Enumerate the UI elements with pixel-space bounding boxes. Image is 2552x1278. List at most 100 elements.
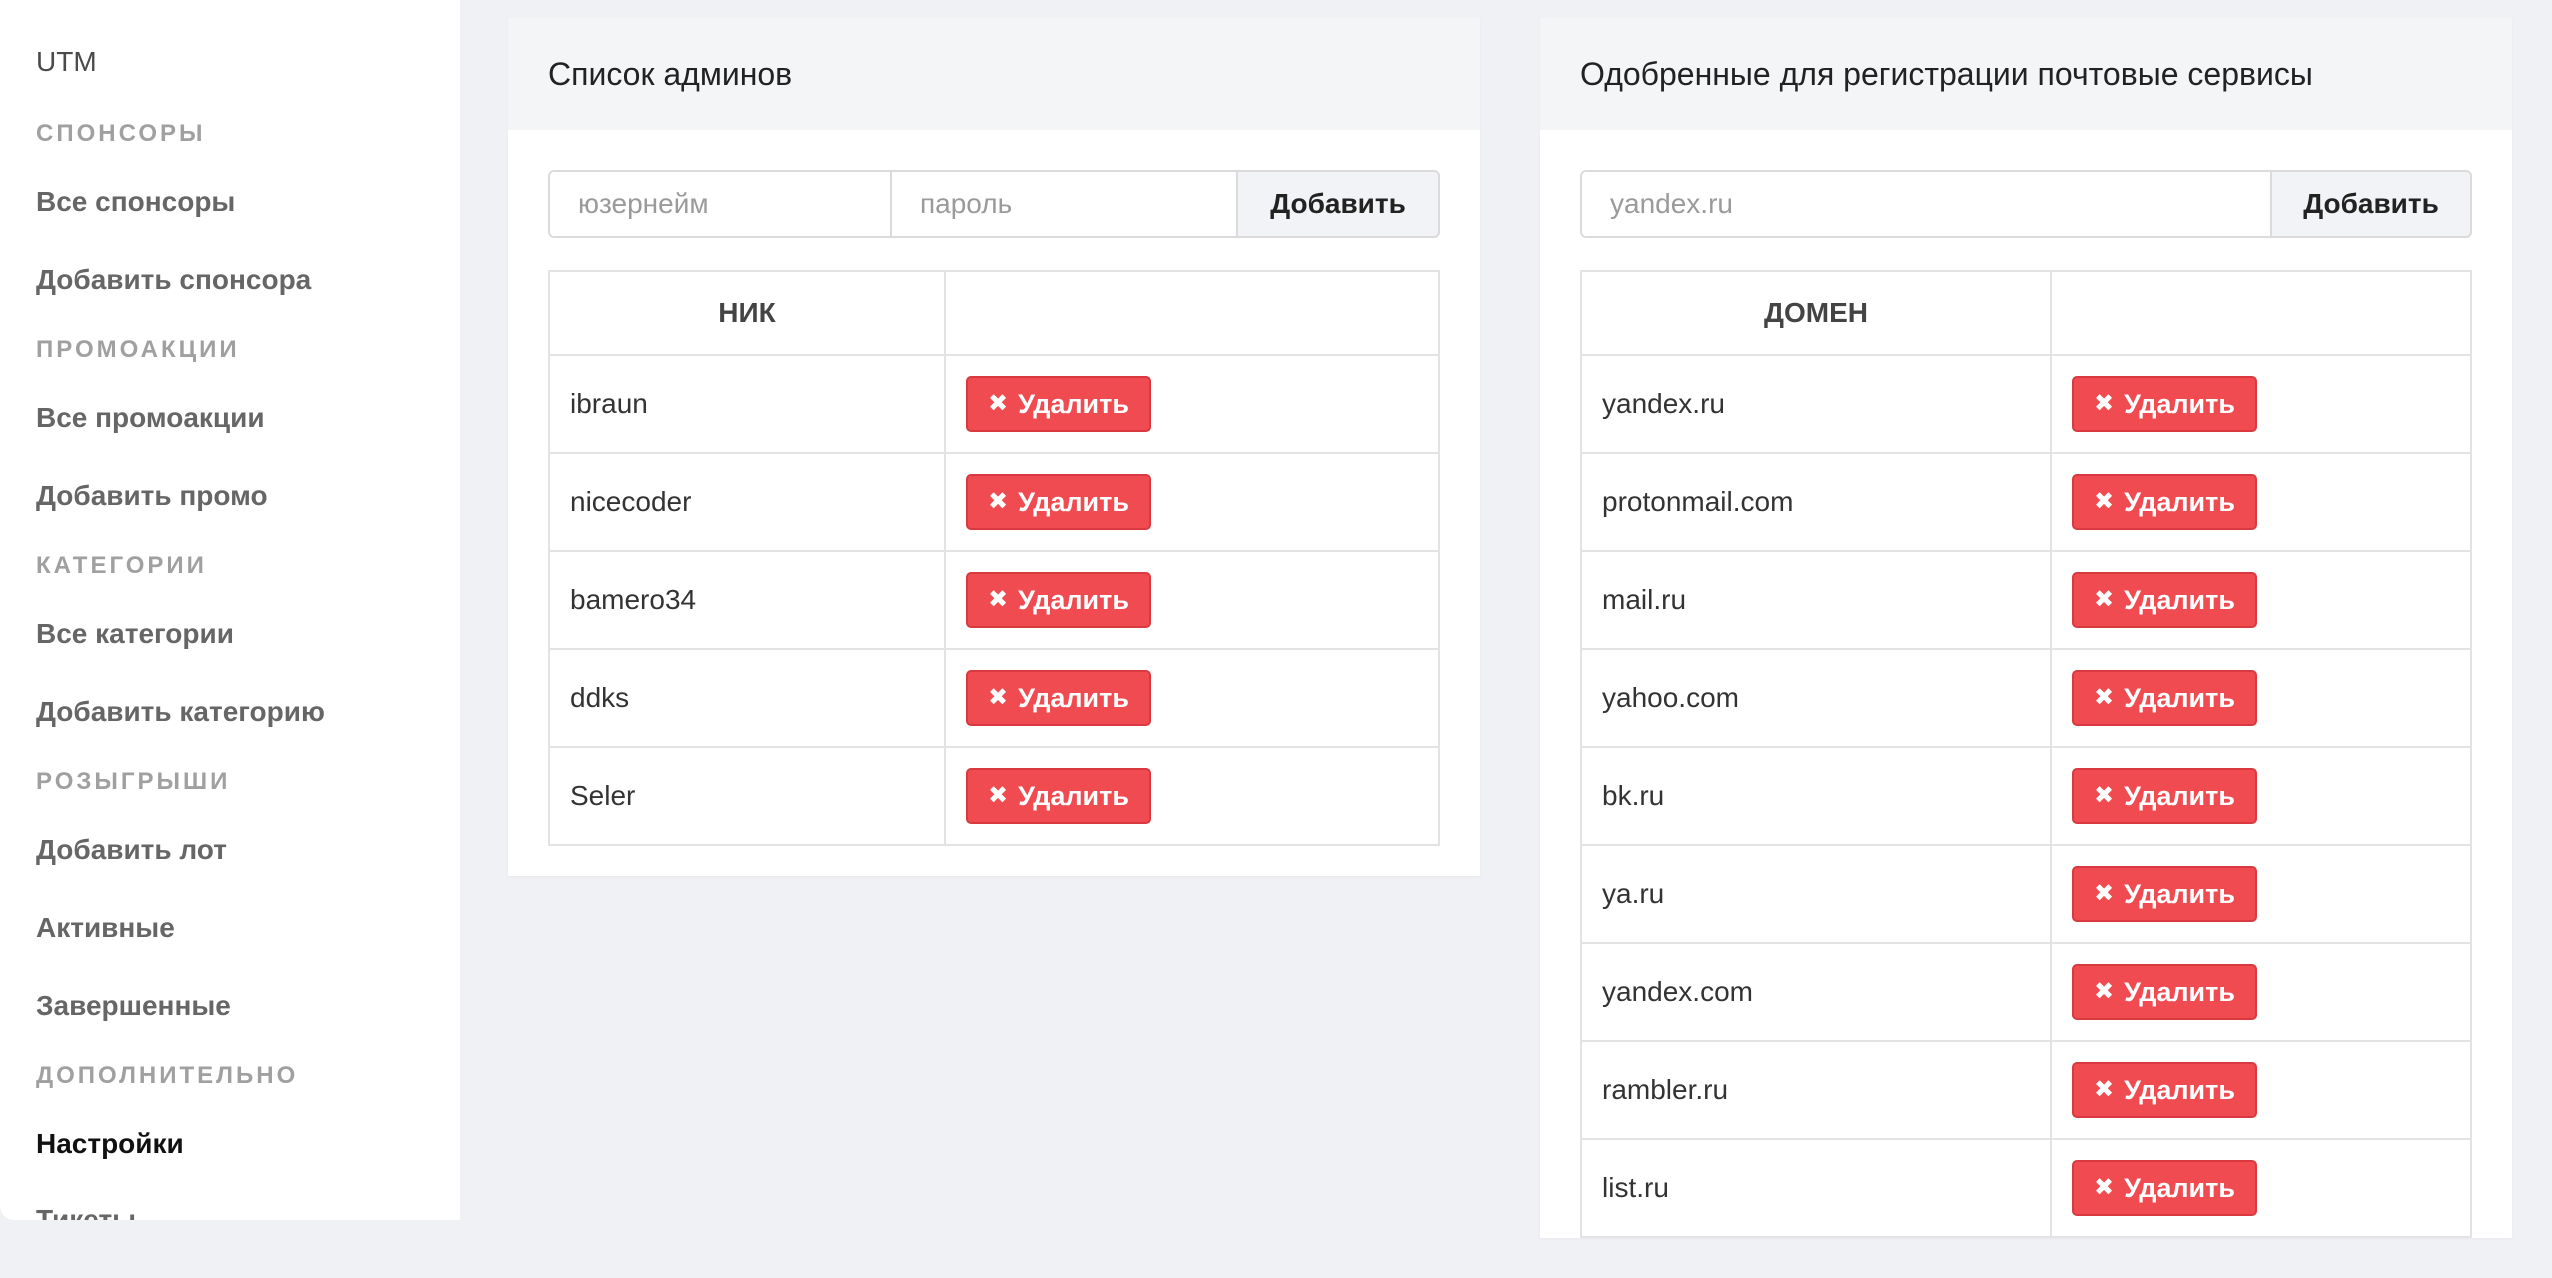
table-row: nicecoder ✖ Удалить: [548, 452, 1440, 552]
sidebar-item-tickets[interactable]: Тикеты: [36, 1204, 136, 1220]
delete-button[interactable]: ✖ Удалить: [2072, 964, 2257, 1020]
admin-nick-cell: nicecoder: [548, 452, 946, 552]
column-header-nick: НИК: [548, 270, 946, 356]
delete-button-label: Удалить: [2124, 1172, 2235, 1203]
column-header-actions: [944, 270, 1440, 356]
table-row: bamero34 ✖ Удалить: [548, 550, 1440, 650]
add-domain-form: Добавить: [1580, 170, 2472, 238]
sidebar-item-finished[interactable]: Завершенные: [36, 990, 231, 1022]
domain-cell: rambler.ru: [1580, 1040, 2052, 1140]
table-row: yandex.com ✖ Удалить: [1580, 942, 2472, 1042]
delete-button[interactable]: ✖ Удалить: [966, 376, 1151, 432]
delete-button[interactable]: ✖ Удалить: [2072, 768, 2257, 824]
sidebar-section-promos: ПРОМОАКЦИИ: [36, 336, 240, 363]
table-row: ibraun ✖ Удалить: [548, 354, 1440, 454]
times-icon: ✖: [988, 782, 1009, 809]
domain-cell: mail.ru: [1580, 550, 2052, 650]
column-header-domain: ДОМЕН: [1580, 270, 2052, 356]
actions-cell: ✖ Удалить: [944, 354, 1440, 454]
sidebar-item-utm[interactable]: UTM: [36, 46, 97, 78]
add-domain-button[interactable]: Добавить: [2272, 170, 2472, 238]
delete-button[interactable]: ✖ Удалить: [2072, 1160, 2257, 1216]
times-icon: ✖: [988, 684, 1009, 711]
delete-button[interactable]: ✖ Удалить: [2072, 866, 2257, 922]
times-icon: ✖: [2094, 586, 2115, 613]
delete-button[interactable]: ✖ Удалить: [966, 768, 1151, 824]
actions-cell: ✖ Удалить: [2050, 1040, 2472, 1140]
delete-button[interactable]: ✖ Удалить: [966, 670, 1151, 726]
sidebar-item-active[interactable]: Активные: [36, 912, 175, 944]
sidebar-item-settings[interactable]: Настройки: [36, 1128, 184, 1160]
actions-cell: ✖ Удалить: [2050, 746, 2472, 846]
actions-cell: ✖ Удалить: [2050, 452, 2472, 552]
add-admin-button[interactable]: Добавить: [1238, 170, 1440, 238]
times-icon: ✖: [988, 390, 1009, 417]
delete-button-label: Удалить: [2124, 976, 2235, 1007]
times-icon: ✖: [2094, 782, 2115, 809]
sidebar-section-raffles: РОЗЫГРЫШИ: [36, 768, 231, 795]
actions-cell: ✖ Удалить: [2050, 1138, 2472, 1238]
table-row: Seler ✖ Удалить: [548, 746, 1440, 846]
delete-button[interactable]: ✖ Удалить: [2072, 1062, 2257, 1118]
domain-cell: yandex.ru: [1580, 354, 2052, 454]
times-icon: ✖: [2094, 1174, 2115, 1201]
actions-cell: ✖ Удалить: [2050, 550, 2472, 650]
table-row: rambler.ru ✖ Удалить: [1580, 1040, 2472, 1140]
domain-cell: yandex.com: [1580, 942, 2052, 1042]
delete-button-label: Удалить: [2124, 780, 2235, 811]
sidebar-item-add-promo[interactable]: Добавить промо: [36, 480, 268, 512]
admin-nick-cell: Seler: [548, 746, 946, 846]
sidebar-section-categories: КАТЕГОРИИ: [36, 552, 207, 579]
username-input[interactable]: [548, 170, 892, 238]
password-input[interactable]: [892, 170, 1238, 238]
delete-button-label: Удалить: [1018, 682, 1129, 713]
actions-cell: ✖ Удалить: [2050, 354, 2472, 454]
times-icon: ✖: [2094, 1076, 2115, 1103]
delete-button-label: Удалить: [1018, 388, 1129, 419]
sidebar-section-additional: ДОПОЛНИТЕЛЬНО: [36, 1062, 299, 1089]
actions-cell: ✖ Удалить: [2050, 648, 2472, 748]
sidebar-item-all-sponsors[interactable]: Все спонсоры: [36, 186, 235, 218]
admin-nick-cell: bamero34: [548, 550, 946, 650]
delete-button-label: Удалить: [2124, 584, 2235, 615]
delete-button-label: Удалить: [2124, 486, 2235, 517]
domain-cell: list.ru: [1580, 1138, 2052, 1238]
domain-cell: ya.ru: [1580, 844, 2052, 944]
times-icon: ✖: [2094, 880, 2115, 907]
actions-cell: ✖ Удалить: [2050, 844, 2472, 944]
table-row: yahoo.com ✖ Удалить: [1580, 648, 2472, 748]
sidebar: UTM СПОНСОРЫ Все спонсоры Добавить спонс…: [0, 0, 460, 1220]
sidebar-item-all-promos[interactable]: Все промоакции: [36, 402, 265, 434]
column-header-actions: [2050, 270, 2472, 356]
delete-button[interactable]: ✖ Удалить: [2072, 572, 2257, 628]
domains-card-title: Одобренные для регистрации почтовые серв…: [1540, 18, 2512, 130]
domains-table: ДОМЕН yandex.ru ✖ Удалить protonmail.com ✖ Уд…: [1580, 270, 2472, 1238]
actions-cell: ✖ Удалить: [944, 746, 1440, 846]
delete-button[interactable]: ✖ Удалить: [2072, 474, 2257, 530]
admins-card-title: Список админов: [508, 18, 1480, 130]
table-row: list.ru ✖ Удалить: [1580, 1138, 2472, 1238]
table-row: protonmail.com ✖ Удалить: [1580, 452, 2472, 552]
times-icon: ✖: [988, 586, 1009, 613]
sidebar-item-add-sponsor[interactable]: Добавить спонсора: [36, 264, 311, 296]
actions-cell: ✖ Удалить: [2050, 942, 2472, 1042]
sidebar-section-sponsors: СПОНСОРЫ: [36, 120, 206, 147]
delete-button[interactable]: ✖ Удалить: [2072, 670, 2257, 726]
times-icon: ✖: [2094, 390, 2115, 417]
delete-button[interactable]: ✖ Удалить: [966, 572, 1151, 628]
table-row: ddks ✖ Удалить: [548, 648, 1440, 748]
table-row: yandex.ru ✖ Удалить: [1580, 354, 2472, 454]
delete-button[interactable]: ✖ Удалить: [966, 474, 1151, 530]
table-row: mail.ru ✖ Удалить: [1580, 550, 2472, 650]
sidebar-item-add-lot[interactable]: Добавить лот: [36, 834, 227, 866]
delete-button[interactable]: ✖ Удалить: [2072, 376, 2257, 432]
domain-cell: yahoo.com: [1580, 648, 2052, 748]
domain-cell: bk.ru: [1580, 746, 2052, 846]
domain-input[interactable]: [1580, 170, 2272, 238]
delete-button-label: Удалить: [1018, 486, 1129, 517]
delete-button-label: Удалить: [2124, 1074, 2235, 1105]
sidebar-item-all-categories[interactable]: Все категории: [36, 618, 234, 650]
sidebar-item-add-category[interactable]: Добавить категорию: [36, 696, 325, 728]
times-icon: ✖: [988, 488, 1009, 515]
admin-nick-cell: ddks: [548, 648, 946, 748]
